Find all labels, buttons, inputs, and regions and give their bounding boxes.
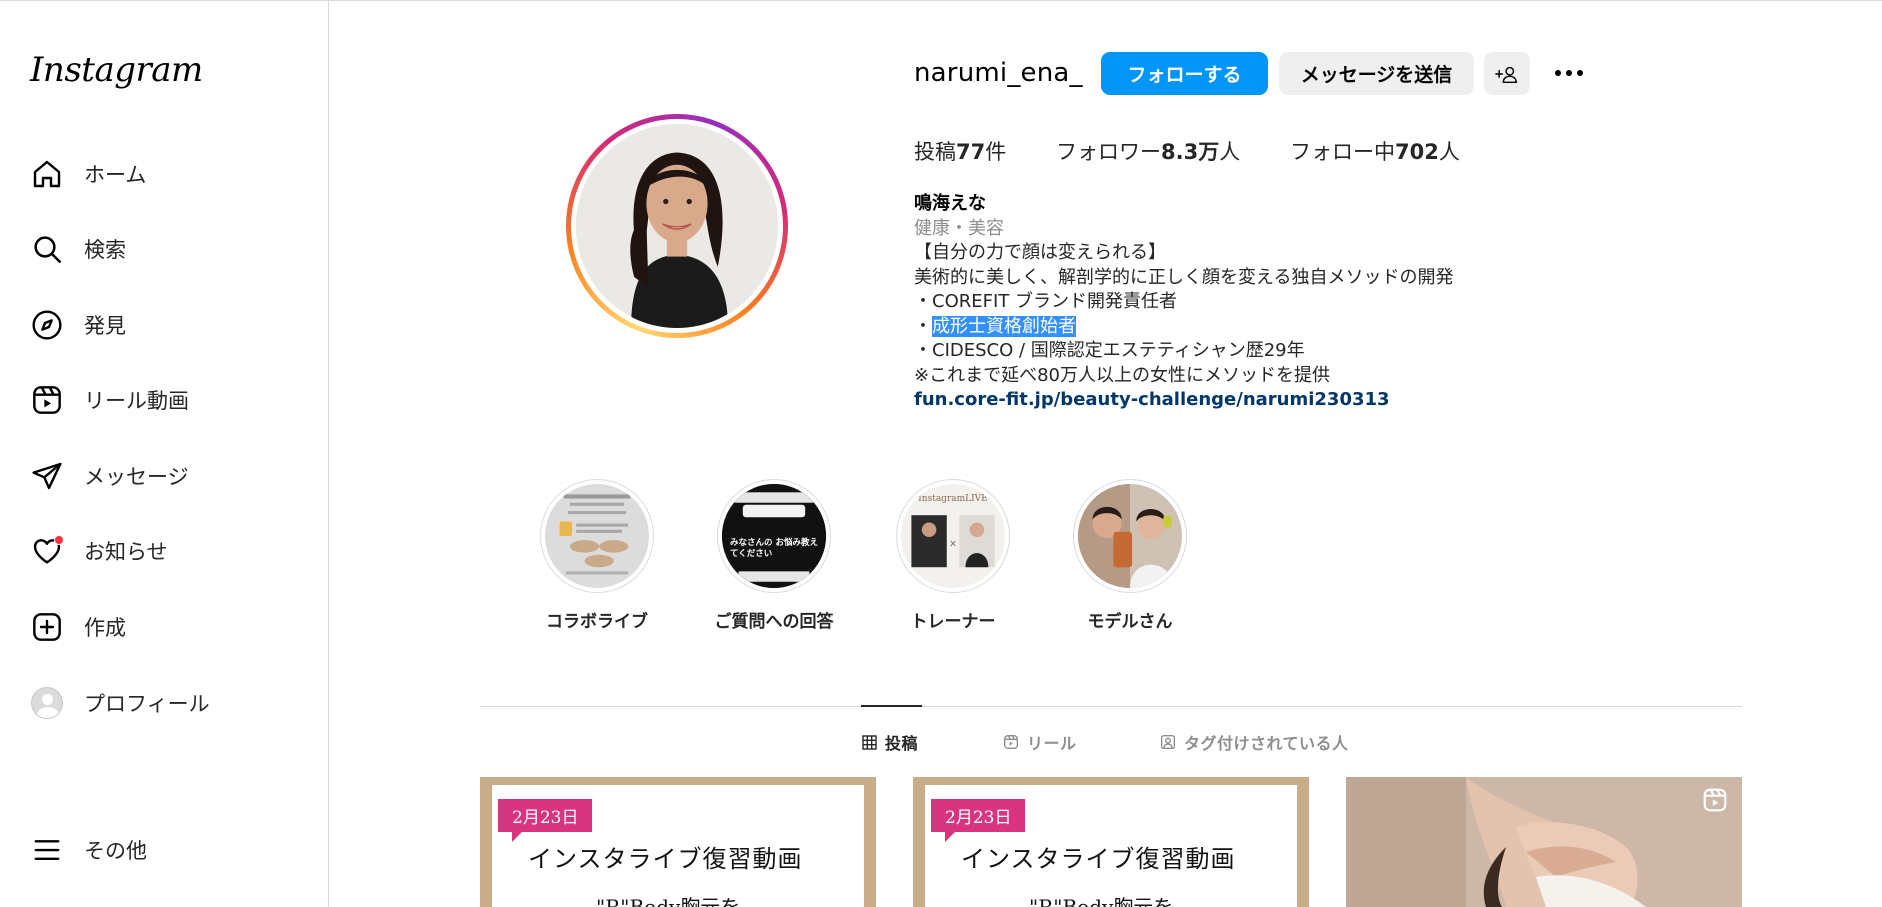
tab-tagged[interactable]: タグ付けされている人 xyxy=(1160,730,1349,754)
suggest-users-button[interactable] xyxy=(1484,52,1530,95)
post-date-badge: 2月23日 xyxy=(498,799,593,842)
bio-line: 【自分の力で顔は変えられる】 xyxy=(914,242,1166,263)
menu-icon xyxy=(30,833,64,867)
profile-category: 健康・美容 xyxy=(914,217,1004,239)
reels-icon xyxy=(1003,734,1019,750)
grid-icon xyxy=(862,734,877,750)
follow-button[interactable]: フォローする xyxy=(1101,52,1268,95)
add-user-icon xyxy=(1495,64,1519,84)
highlight-cover: InstagramLIVE × xyxy=(901,484,1005,588)
tagged-icon xyxy=(1160,734,1176,750)
post-subtitle: "R"Body胸元を xyxy=(596,895,741,907)
bio-line: ・CIDESCO / 国際認定エステティシャン歴29年 xyxy=(914,340,1305,361)
highlight-label: コラボライブ xyxy=(546,612,648,632)
sidebar-item-label: 作成 xyxy=(84,616,126,640)
sidebar-item-label: リール動画 xyxy=(84,389,189,413)
plus-square-icon xyxy=(30,610,64,644)
ellipsis-icon xyxy=(1555,70,1583,76)
send-icon xyxy=(30,459,64,493)
selected-text: 成形士資格創始者 xyxy=(932,315,1076,337)
avatar xyxy=(31,687,63,719)
highlight-cover-text: みなさんの お悩み教えてください xyxy=(730,538,818,559)
sidebar-item-label: 発見 xyxy=(84,314,126,338)
highlight-label: ご質問への回答 xyxy=(714,612,834,632)
heart-icon xyxy=(30,534,64,568)
compass-icon xyxy=(30,308,64,342)
send-message-button[interactable]: メッセージを送信 xyxy=(1279,52,1474,95)
tab-posts[interactable]: 投稿 xyxy=(862,730,918,754)
sidebar-item-explore[interactable]: 発見 xyxy=(30,305,310,345)
sidebar-item-profile[interactable]: プロフィール xyxy=(30,683,310,723)
tabs-divider xyxy=(480,706,1742,707)
highlight-models[interactable]: モデルさん xyxy=(1060,479,1200,632)
highlight-cover: みなさんの お悩み教えてください xyxy=(722,484,826,588)
post-title: インスタライブ復習動画 xyxy=(528,845,803,873)
notification-dot xyxy=(54,535,64,545)
profile-display-name: 鳴海えな xyxy=(914,193,986,214)
sidebar: Instagram ホーム 検索 発見 リール動画 メッセージ お知らせ 作成 … xyxy=(0,0,329,907)
following-count[interactable]: フォロー中702人 xyxy=(1290,136,1460,166)
post-title: インスタライブ復習動画 xyxy=(961,845,1236,873)
followers-count[interactable]: フォロワー8.3万人 xyxy=(1056,136,1240,166)
instagram-logo[interactable]: Instagram xyxy=(30,50,203,90)
highlight-cover xyxy=(1078,484,1182,588)
sidebar-item-label: お知らせ xyxy=(84,540,168,564)
posts-count: 投稿77件 xyxy=(914,140,1007,164)
sidebar-item-label: プロフィール xyxy=(84,692,210,716)
search-icon xyxy=(30,232,64,266)
home-icon xyxy=(30,157,64,191)
post-thumbnail[interactable]: 2月23日 インスタライブ復習動画 "R"Body胸元を xyxy=(913,777,1309,907)
bio-line: ・COREFIT ブランド開発責任者 xyxy=(914,291,1177,312)
sidebar-item-label: メッセージ xyxy=(84,465,189,489)
profile-avatar[interactable] xyxy=(566,114,788,338)
reel-badge-icon xyxy=(1702,787,1728,817)
sidebar-item-label: その他 xyxy=(84,839,147,863)
profile-bio: 鳴海えな 健康・美容 【自分の力で顔は変えられる】 美術的に美しく、解剖学的に正… xyxy=(914,192,1514,413)
profile-photo xyxy=(576,124,778,328)
bio-line: ※これまで延べ80万人以上の女性にメソッドを提供 xyxy=(914,364,1330,386)
highlight-label: トレーナー xyxy=(910,612,996,632)
highlight-qa[interactable]: みなさんの お悩み教えてください ご質問への回答 xyxy=(704,479,844,632)
svg-text:×: × xyxy=(949,538,957,549)
bio-line: 美術的に美しく、解剖学的に正しく顔を変える独自メソッドの開発 xyxy=(914,266,1454,288)
sidebar-item-reels[interactable]: リール動画 xyxy=(30,380,310,420)
sidebar-item-search[interactable]: 検索 xyxy=(30,229,310,269)
profile-username: narumi_ena_ xyxy=(914,58,1083,88)
post-subtitle: "R"Body胸元を xyxy=(1029,895,1174,907)
sidebar-item-create[interactable]: 作成 xyxy=(30,607,310,647)
reels-icon xyxy=(30,383,64,417)
highlight-label: モデルさん xyxy=(1087,612,1173,632)
active-tab-indicator xyxy=(861,705,922,707)
sidebar-item-more[interactable]: その他 xyxy=(30,830,310,870)
highlight-collab-live[interactable]: コラボライブ xyxy=(527,479,667,632)
post-date-badge: 2月23日 xyxy=(931,799,1026,842)
sidebar-item-label: 検索 xyxy=(84,238,126,262)
sidebar-item-home[interactable]: ホーム xyxy=(30,154,310,194)
highlight-cover xyxy=(545,484,649,588)
sidebar-item-messages[interactable]: メッセージ xyxy=(30,456,310,496)
bio-line: ・成形士資格創始者 xyxy=(914,315,1076,337)
highlight-trainer[interactable]: InstagramLIVE × トレーナー xyxy=(883,479,1023,632)
sidebar-item-label: ホーム xyxy=(84,163,147,187)
bio-link[interactable]: fun.core-fit.jp/beauty-challenge/narumi2… xyxy=(914,388,1514,413)
post-thumbnail[interactable]: 2月23日 インスタライブ復習動画 "R"Body胸元を xyxy=(480,777,876,907)
sidebar-item-notifications[interactable]: お知らせ xyxy=(30,531,310,571)
post-thumbnail[interactable] xyxy=(1346,777,1742,907)
tab-reels[interactable]: リール xyxy=(1003,730,1077,754)
more-options-button[interactable] xyxy=(1552,56,1586,90)
